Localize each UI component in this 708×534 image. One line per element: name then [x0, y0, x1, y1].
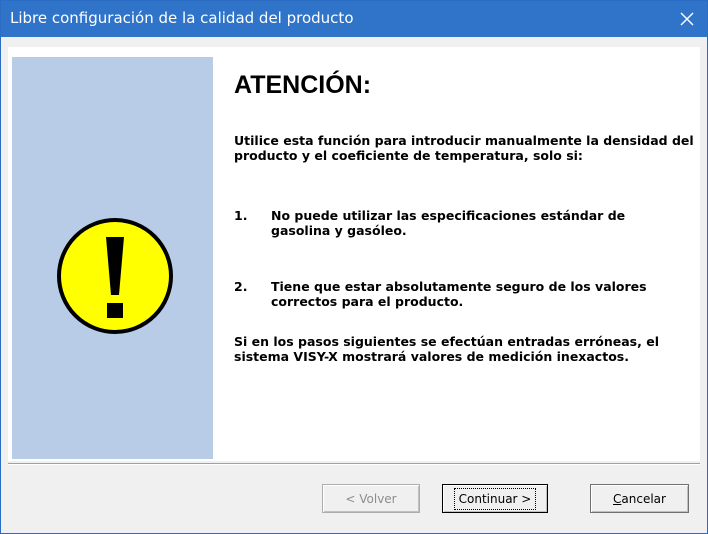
continue-button-label: Continuar >: [453, 487, 537, 510]
window-title: Libre configuración de la calidad del pr…: [10, 9, 354, 27]
cancel-label-rest: ancelar: [621, 491, 666, 506]
title-bar[interactable]: Libre configuración de la calidad del pr…: [1, 1, 707, 37]
cancel-button-label: Cancelar: [613, 492, 666, 506]
side-panel: [12, 57, 213, 459]
divider: [8, 463, 700, 465]
back-button-label: < Volver: [345, 491, 397, 506]
continue-button[interactable]: Continuar >: [442, 484, 548, 513]
warning-text: Si en los pasos siguientes se efectúan e…: [234, 334, 659, 364]
list-item-text: No puede utilizar las especificaciones e…: [271, 208, 626, 238]
page-title: ATENCIÓN:: [234, 71, 372, 99]
dialog-window: Libre configuración de la calidad del pr…: [0, 0, 708, 534]
list-item-number: 1.: [234, 208, 248, 223]
content-panel: ATENCIÓN: Utilice esta función para intr…: [8, 47, 700, 461]
exclamation-warning-icon: [57, 218, 173, 334]
list-item-text: Tiene que estar absolutamente seguro de …: [271, 279, 647, 309]
back-button[interactable]: < Volver: [322, 484, 420, 513]
intro-text: Utilice esta función para introducir man…: [234, 133, 694, 163]
close-icon[interactable]: [680, 12, 694, 26]
list-item-number: 2.: [234, 279, 248, 294]
close-button[interactable]: [667, 1, 707, 37]
cancel-button[interactable]: Cancelar: [590, 484, 689, 513]
